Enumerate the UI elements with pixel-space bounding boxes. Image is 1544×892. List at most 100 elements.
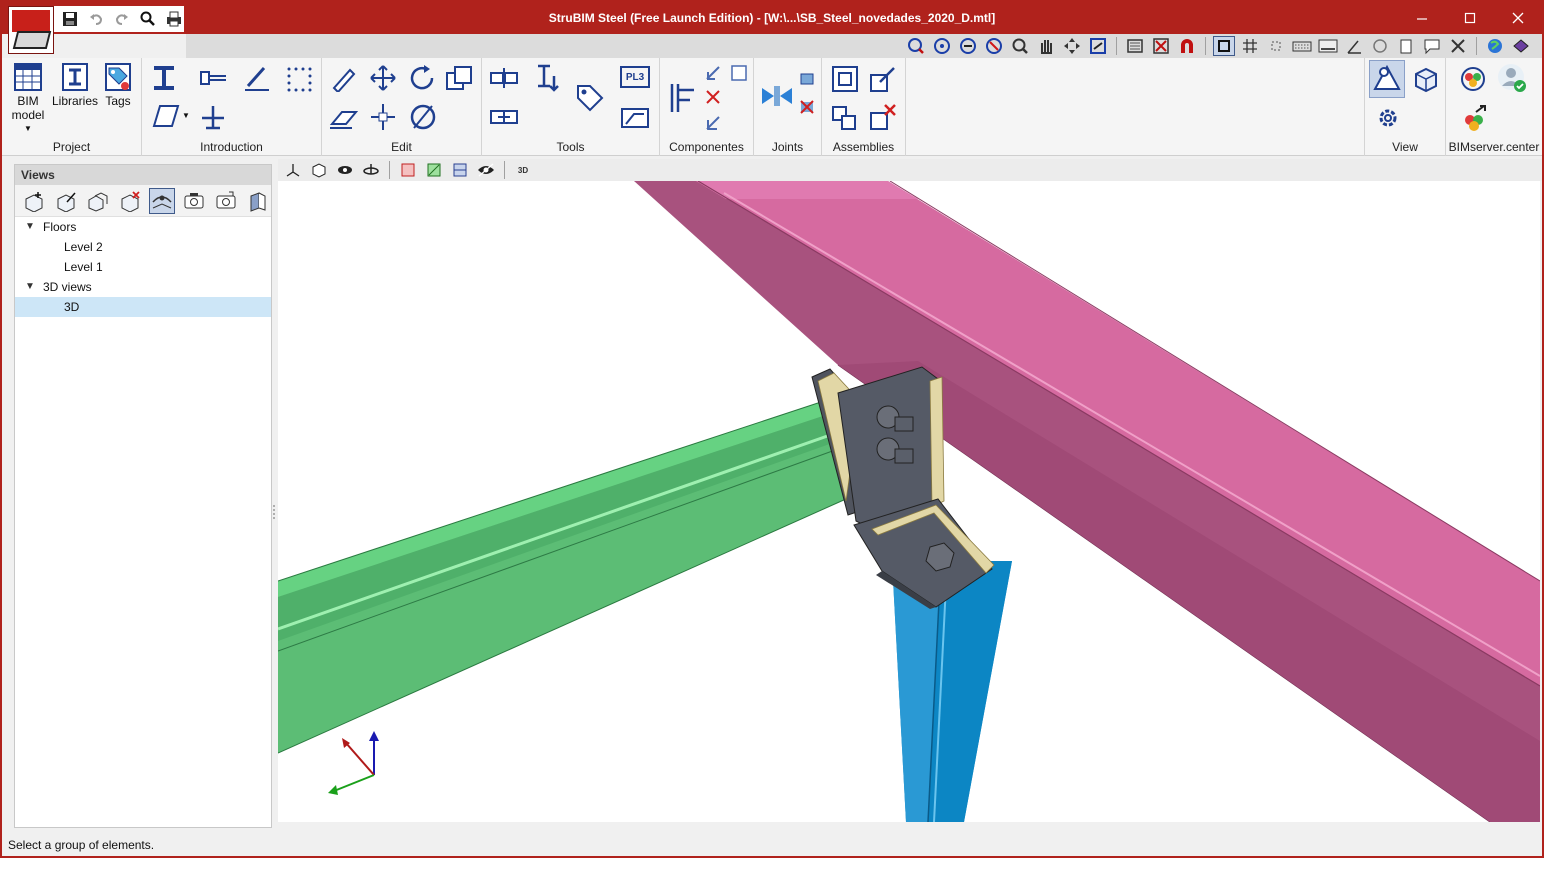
assembly-create-button[interactable]	[830, 64, 860, 94]
erase-button[interactable]	[328, 104, 360, 130]
bim-model-icon	[14, 63, 42, 91]
tree-item-floors[interactable]: ▼ Floors	[15, 217, 271, 237]
minimize-icon[interactable]	[1398, 2, 1446, 34]
camera-icon[interactable]	[181, 188, 207, 214]
tags-button[interactable]: Tags	[100, 62, 136, 108]
wireframe-icon[interactable]	[449, 160, 471, 180]
section-view-icon[interactable]	[245, 188, 271, 214]
components-button[interactable]	[666, 80, 698, 116]
anchor-button[interactable]	[198, 102, 228, 132]
component-add-button[interactable]	[704, 64, 722, 82]
assembly-edit-button[interactable]	[868, 64, 898, 94]
plate-pl3-button[interactable]: PL3	[620, 66, 650, 88]
scale-ruler-icon[interactable]	[1317, 36, 1339, 56]
box-icon[interactable]	[308, 160, 330, 180]
bimserver-sync-button[interactable]	[1458, 64, 1488, 94]
bolt-button[interactable]	[198, 66, 230, 90]
assembly-split-button[interactable]	[830, 104, 860, 132]
libraries-button[interactable]: Libraries	[52, 62, 98, 108]
zoom-magnify-icon[interactable]	[1009, 36, 1031, 56]
component-window-button[interactable]	[730, 64, 748, 82]
plate-button[interactable]: ▼	[148, 102, 190, 130]
extend-button[interactable]	[530, 62, 560, 94]
tools-cross-icon[interactable]	[1447, 36, 1469, 56]
join-button[interactable]	[488, 106, 520, 128]
camera-load-icon[interactable]	[213, 188, 239, 214]
tree-item-level-2[interactable]: Level 2	[15, 237, 271, 257]
visibility-eye-icon[interactable]	[475, 160, 497, 180]
bimserver-export-button[interactable]	[1458, 102, 1490, 132]
profile-view-button[interactable]	[620, 106, 650, 130]
grid-points-button[interactable]	[284, 64, 314, 92]
component-edit-button[interactable]	[704, 114, 722, 132]
chevron-down-icon[interactable]: ▼	[25, 217, 35, 237]
view-edit-icon[interactable]	[53, 188, 79, 214]
orbit-mode-icon[interactable]	[360, 160, 382, 180]
panel-splitter[interactable]	[272, 502, 276, 522]
select-red-icon[interactable]	[397, 160, 419, 180]
ortho-square-icon[interactable]	[1213, 36, 1235, 56]
pan-hand-icon[interactable]	[1035, 36, 1057, 56]
close-icon[interactable]	[1494, 2, 1542, 34]
comment-icon[interactable]	[1421, 36, 1443, 56]
zoom-window-icon[interactable]	[905, 36, 927, 56]
settings-button[interactable]	[1373, 104, 1403, 132]
3d-mode-icon[interactable]: 3D	[512, 160, 534, 180]
green-beam-left[interactable]	[278, 398, 847, 754]
mirror-icon	[410, 104, 436, 130]
book-help-icon[interactable]	[1510, 36, 1532, 56]
bimserver-export-icon	[1465, 105, 1486, 131]
zoom-previous-icon[interactable]	[983, 36, 1005, 56]
view-delete-icon[interactable]	[117, 188, 143, 214]
zoom-extents-icon[interactable]	[957, 36, 979, 56]
keyboard-icon[interactable]	[1291, 36, 1313, 56]
angle-icon[interactable]	[1343, 36, 1365, 56]
view-new-icon[interactable]	[21, 188, 47, 214]
view-copy-icon[interactable]	[85, 188, 111, 214]
app-logo[interactable]	[8, 6, 54, 54]
layers-icon[interactable]	[1124, 36, 1146, 56]
axes-icon[interactable]	[282, 160, 304, 180]
grid-icon[interactable]	[1239, 36, 1261, 56]
joint-delete-button[interactable]	[798, 98, 816, 116]
steel-column[interactable]	[892, 561, 1012, 822]
view-3d-button[interactable]	[1411, 64, 1441, 94]
shading-icon[interactable]	[334, 160, 356, 180]
snap-magnet-icon[interactable]	[1176, 36, 1198, 56]
chevron-down-icon[interactable]: ▼	[25, 277, 35, 297]
snap-points-icon[interactable]	[1265, 36, 1287, 56]
tag-button[interactable]	[574, 82, 606, 114]
copy-button[interactable]	[444, 64, 474, 92]
tree-item-level-1[interactable]: Level 1	[15, 257, 271, 277]
refresh-icon[interactable]	[1369, 36, 1391, 56]
mirror-button[interactable]	[408, 102, 438, 132]
filter-icon[interactable]	[1150, 36, 1172, 56]
rotate-button[interactable]	[408, 64, 438, 92]
assembly-delete-button[interactable]	[868, 102, 898, 132]
3d-viewport[interactable]	[278, 181, 1540, 822]
weld-button[interactable]	[242, 62, 272, 92]
view-visibility-icon[interactable]	[149, 187, 175, 214]
orbit-icon[interactable]	[1061, 36, 1083, 56]
bimserver-user-button[interactable]	[1496, 62, 1528, 94]
move-button[interactable]	[368, 64, 398, 92]
view-display-button[interactable]	[1369, 60, 1405, 98]
tree-item-3d-views[interactable]: ▼ 3D views	[15, 277, 271, 297]
redraw-icon[interactable]	[1087, 36, 1109, 56]
bim-model-button[interactable]: BIM model ▼	[10, 62, 46, 136]
joint-button[interactable]	[760, 80, 794, 112]
tree-item-3d[interactable]: 3D	[15, 297, 271, 317]
zoom-all-icon[interactable]	[931, 36, 953, 56]
split-button[interactable]	[488, 66, 520, 90]
stretch-button[interactable]	[368, 102, 398, 132]
chevron-down-icon: ▼	[24, 124, 32, 133]
component-delete-button[interactable]	[704, 88, 722, 106]
select-green-icon[interactable]	[423, 160, 445, 180]
beam-section-button[interactable]	[150, 64, 180, 92]
maximize-icon[interactable]	[1446, 2, 1494, 34]
joint-copy-button[interactable]	[798, 70, 816, 88]
clipboard-icon[interactable]	[1395, 36, 1417, 56]
globe-icon[interactable]	[1484, 36, 1506, 56]
group-label-bimserver: BIMserver.center	[1448, 140, 1540, 154]
edit-pencil-button[interactable]	[328, 64, 358, 92]
